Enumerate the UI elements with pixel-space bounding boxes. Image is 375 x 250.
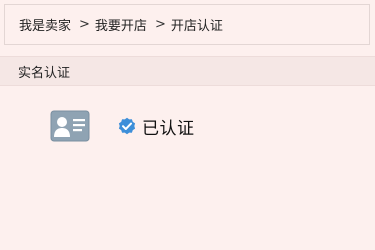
breadcrumb-separator: > — [79, 17, 90, 32]
breadcrumb: 我是卖家 > 我要开店 > 开店认证 — [4, 4, 370, 45]
verified-badge-icon — [118, 117, 136, 135]
verification-row: 已认证 — [50, 110, 195, 142]
verification-status-text: 已认证 — [142, 118, 195, 139]
section-header: 实名认证 — [0, 56, 375, 86]
breadcrumb-separator: > — [154, 17, 166, 32]
breadcrumb-item-shop-verification: 开店认证 — [170, 19, 223, 34]
id-card-icon — [50, 110, 90, 142]
section-title: 实名认证 — [18, 65, 71, 81]
breadcrumb-item-seller[interactable]: 我是卖家 — [19, 15, 71, 34]
page: 我是卖家 > 我要开店 > 开店认证 实名认证 已认证 — [0, 0, 375, 250]
verification-status: 已认证 — [118, 114, 195, 139]
breadcrumb-item-open-shop[interactable]: 我要开店 — [95, 15, 147, 34]
